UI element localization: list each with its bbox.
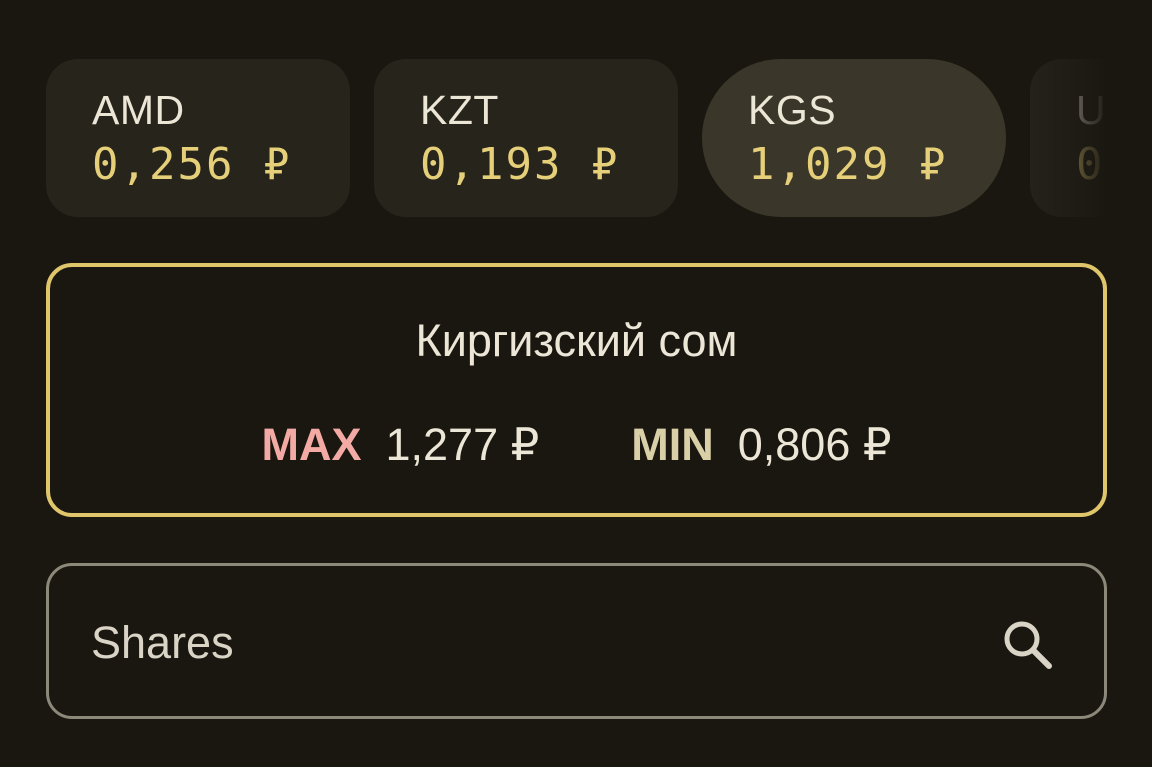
currency-rates-carousel[interactable]: AMD 0,256 ₽ KZT 0,193 ₽ KGS 1,029 ₽ U 0 xyxy=(46,59,1104,217)
rate-card-kgs[interactable]: KGS 1,029 ₽ xyxy=(702,59,1006,217)
min-label: MIN xyxy=(631,419,714,470)
rate-card-partial[interactable]: U 0 xyxy=(1030,59,1104,217)
max-value: 1,277 ₽ xyxy=(385,419,540,470)
search-icon[interactable] xyxy=(999,616,1059,676)
rate-card-amd[interactable]: AMD 0,256 ₽ xyxy=(46,59,350,217)
rate-value: 0 xyxy=(1076,139,1104,190)
rate-code: KGS xyxy=(748,87,837,133)
rate-range-row: MAX 1,277 ₽ MIN 0,806 ₽ xyxy=(50,419,1103,471)
rate-value: 0,256 ₽ xyxy=(92,139,292,190)
min-value: 0,806 ₽ xyxy=(737,419,892,470)
currency-rates-track: AMD 0,256 ₽ KZT 0,193 ₽ KGS 1,029 ₽ U 0 xyxy=(46,59,1104,217)
currency-screen: AMD 0,256 ₽ KZT 0,193 ₽ KGS 1,029 ₽ U 0 … xyxy=(0,0,1152,767)
search-input[interactable] xyxy=(91,615,971,671)
rate-value: 0,193 ₽ xyxy=(420,139,620,190)
rate-code: U xyxy=(1076,87,1104,133)
rate-code: KZT xyxy=(420,87,499,133)
rate-code: AMD xyxy=(92,87,185,133)
currency-name: Киргизский сом xyxy=(415,315,738,366)
max-label: MAX xyxy=(261,419,362,470)
search-field[interactable] xyxy=(46,563,1107,719)
rate-card-kzt[interactable]: KZT 0,193 ₽ xyxy=(374,59,678,217)
rate-value: 1,029 ₽ xyxy=(748,139,948,190)
currency-detail-card: Киргизский сом MAX 1,277 ₽ MIN 0,806 ₽ xyxy=(46,263,1107,517)
